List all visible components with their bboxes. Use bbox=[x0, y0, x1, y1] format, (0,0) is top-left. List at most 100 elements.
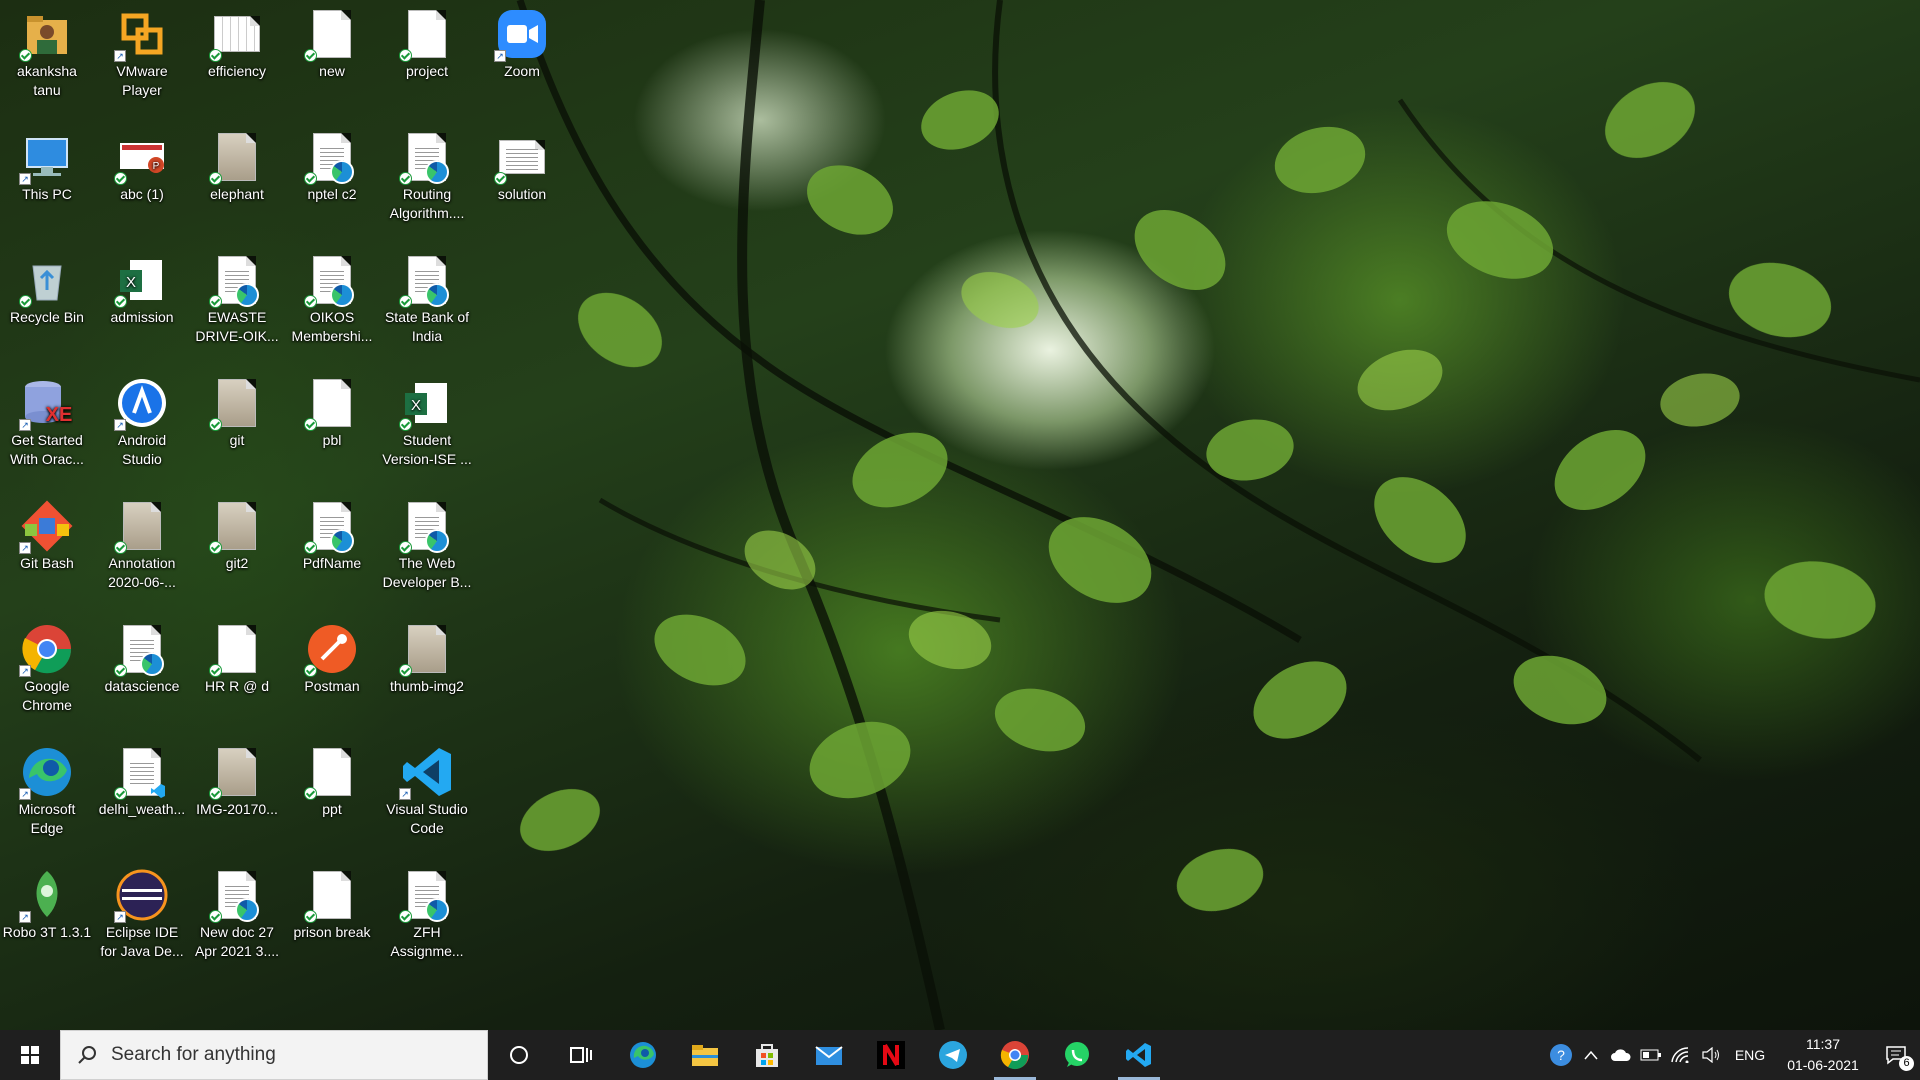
desktop-icon[interactable]: ppt bbox=[287, 742, 377, 819]
taskbar-store[interactable] bbox=[736, 1030, 798, 1080]
sync-status-icon bbox=[494, 172, 507, 185]
taskbar-netflix[interactable] bbox=[860, 1030, 922, 1080]
desktop-icon[interactable]: Routing Algorithm.... bbox=[382, 127, 472, 223]
recycle-bin-icon bbox=[19, 254, 73, 308]
sync-status-icon bbox=[304, 787, 317, 800]
desktop-icon[interactable]: Xadmission bbox=[97, 250, 187, 327]
cortana-button[interactable] bbox=[488, 1030, 550, 1080]
shortcut-arrow-icon: ↗ bbox=[19, 911, 31, 923]
desktop-icon[interactable]: prison break bbox=[287, 865, 377, 942]
start-button[interactable] bbox=[0, 1030, 60, 1080]
desktop-icon[interactable]: efficiency bbox=[192, 4, 282, 81]
desktop-icon-label: Robo 3T 1.3.1 bbox=[2, 924, 92, 940]
blank-file-icon bbox=[304, 377, 358, 431]
desktop-icon[interactable]: IMG-20170... bbox=[192, 742, 282, 819]
desktop-icon[interactable]: HR R @ d bbox=[192, 619, 282, 696]
wifi-icon bbox=[1671, 1047, 1689, 1063]
desktop-icon[interactable]: PdfName bbox=[287, 496, 377, 573]
task-view-icon bbox=[570, 1047, 592, 1063]
taskbar-edge[interactable] bbox=[612, 1030, 674, 1080]
desktop-icon[interactable]: ↗ Zoom bbox=[477, 4, 567, 81]
sync-status-icon bbox=[304, 541, 317, 554]
taskbar-vscode[interactable] bbox=[1108, 1030, 1170, 1080]
desktop-icon-label: elephant bbox=[210, 186, 264, 202]
notification-count-badge: 6 bbox=[1899, 1056, 1914, 1071]
desktop-icon[interactable]: Annotation 2020-06-... bbox=[97, 496, 187, 592]
desktop-icon[interactable]: delhi_weath... bbox=[97, 742, 187, 819]
show-hidden-icons-button[interactable] bbox=[1576, 1030, 1606, 1080]
image-file-icon bbox=[209, 500, 263, 554]
desktop-icon[interactable]: The Web Developer B... bbox=[382, 496, 472, 592]
cloud-icon bbox=[1611, 1049, 1631, 1061]
desktop-icon[interactable]: datascience bbox=[97, 619, 187, 696]
desktop-icon[interactable]: solution bbox=[477, 127, 567, 204]
edge-icon: ↗ bbox=[19, 746, 73, 800]
desktop-icon[interactable]: ↗ Robo 3T 1.3.1 bbox=[2, 865, 92, 942]
desktop-icon[interactable]: git bbox=[192, 373, 282, 450]
desktop-icon[interactable]: ↗ Visual Studio Code bbox=[382, 742, 472, 838]
sync-status-icon bbox=[114, 295, 127, 308]
desktop-icon[interactable]: X Student Version-ISE ... bbox=[382, 373, 472, 469]
desktop-icon[interactable]: OIKOS Membershi... bbox=[287, 250, 377, 346]
cortana-icon bbox=[510, 1046, 528, 1064]
taskbar-mail[interactable] bbox=[798, 1030, 860, 1080]
desktop-icon[interactable]: thumb-img2 bbox=[382, 619, 472, 696]
desktop-icon[interactable]: git2 bbox=[192, 496, 282, 573]
desktop-icon[interactable]: Recycle Bin bbox=[2, 250, 92, 327]
sync-status-icon bbox=[114, 787, 127, 800]
desktop-icon[interactable]: ↗ Microsoft Edge bbox=[2, 742, 92, 838]
language-indicator[interactable]: ENG bbox=[1726, 1030, 1774, 1080]
pdf-edge-file-icon bbox=[399, 131, 453, 185]
desktop-icon[interactable]: State Bank of India bbox=[382, 250, 472, 346]
clock[interactable]: 11:37 01-06-2021 bbox=[1774, 1034, 1872, 1076]
taskbar-telegram[interactable] bbox=[922, 1030, 984, 1080]
action-center-button[interactable]: 6 bbox=[1872, 1030, 1920, 1080]
shortcut-arrow-icon: ↗ bbox=[494, 50, 506, 62]
desktop-icon[interactable]: ZFH Assignme... bbox=[382, 865, 472, 961]
battery-tray-button[interactable] bbox=[1636, 1030, 1666, 1080]
volume-tray-button[interactable] bbox=[1696, 1030, 1726, 1080]
desktop-icon[interactable]: elephant bbox=[192, 127, 282, 204]
shortcut-arrow-icon: ↗ bbox=[19, 542, 31, 554]
desktop-icon[interactable]: ↗ Git Bash bbox=[2, 496, 92, 573]
sync-status-icon bbox=[304, 49, 317, 62]
desktop-icon[interactable]: project bbox=[382, 4, 472, 81]
sync-status-icon bbox=[399, 664, 412, 677]
desktop-icon-label: Eclipse IDE for Java De... bbox=[100, 924, 184, 959]
wifi-tray-button[interactable] bbox=[1666, 1030, 1696, 1080]
desktop-icon[interactable]: ↗ Google Chrome bbox=[2, 619, 92, 715]
eclipse-icon: ↗ bbox=[114, 869, 168, 923]
pdf-edge-file-icon bbox=[399, 869, 453, 923]
telegram-icon bbox=[939, 1041, 967, 1069]
sync-status-icon bbox=[209, 418, 222, 431]
desktop-icon[interactable]: new bbox=[287, 4, 377, 81]
taskbar-whatsapp[interactable] bbox=[1046, 1030, 1108, 1080]
system-tray: ? ENG 11:37 01-06-2021 6 bbox=[1546, 1030, 1920, 1080]
sync-status-icon bbox=[114, 541, 127, 554]
desktop-icon-label: The Web Developer B... bbox=[382, 555, 472, 590]
desktop-icon-label: IMG-20170... bbox=[196, 801, 278, 817]
desktop-icon-label: delhi_weath... bbox=[98, 801, 186, 817]
desktop-icon[interactable]: XE ↗ Get Started With Orac... bbox=[2, 373, 92, 469]
desktop-icon[interactable]: EWASTE DRIVE-OIK... bbox=[192, 250, 282, 346]
task-view-button[interactable] bbox=[550, 1030, 612, 1080]
desktop-icon[interactable]: New doc 27 Apr 2021 3.... bbox=[192, 865, 282, 961]
help-tray-button[interactable]: ? bbox=[1546, 1030, 1576, 1080]
desktop-icon[interactable]: akanksha tanu bbox=[2, 4, 92, 100]
desktop-icon[interactable]: Postman bbox=[287, 619, 377, 696]
taskbar-file-explorer[interactable] bbox=[674, 1030, 736, 1080]
taskbar-chrome[interactable] bbox=[984, 1030, 1046, 1080]
search-box[interactable]: Search for anything bbox=[60, 1030, 488, 1080]
desktop-icon[interactable]: pbl bbox=[287, 373, 377, 450]
onedrive-tray-button[interactable] bbox=[1606, 1030, 1636, 1080]
desktop-icon[interactable]: Pabc (1) bbox=[97, 127, 187, 204]
pdf-edge-file-icon bbox=[399, 500, 453, 554]
desktop-icon[interactable]: ↗ Android Studio bbox=[97, 373, 187, 469]
desktop-icon[interactable]: ↗ Eclipse IDE for Java De... bbox=[97, 865, 187, 961]
computer-icon: ↗ bbox=[19, 131, 73, 185]
whatsapp-icon bbox=[1065, 1042, 1089, 1067]
desktop-icon[interactable]: ↗ This PC bbox=[2, 127, 92, 204]
svg-text:?: ? bbox=[1557, 1047, 1565, 1063]
desktop-icon[interactable]: ↗ VMware Player bbox=[97, 4, 187, 100]
desktop-icon[interactable]: nptel c2 bbox=[287, 127, 377, 204]
